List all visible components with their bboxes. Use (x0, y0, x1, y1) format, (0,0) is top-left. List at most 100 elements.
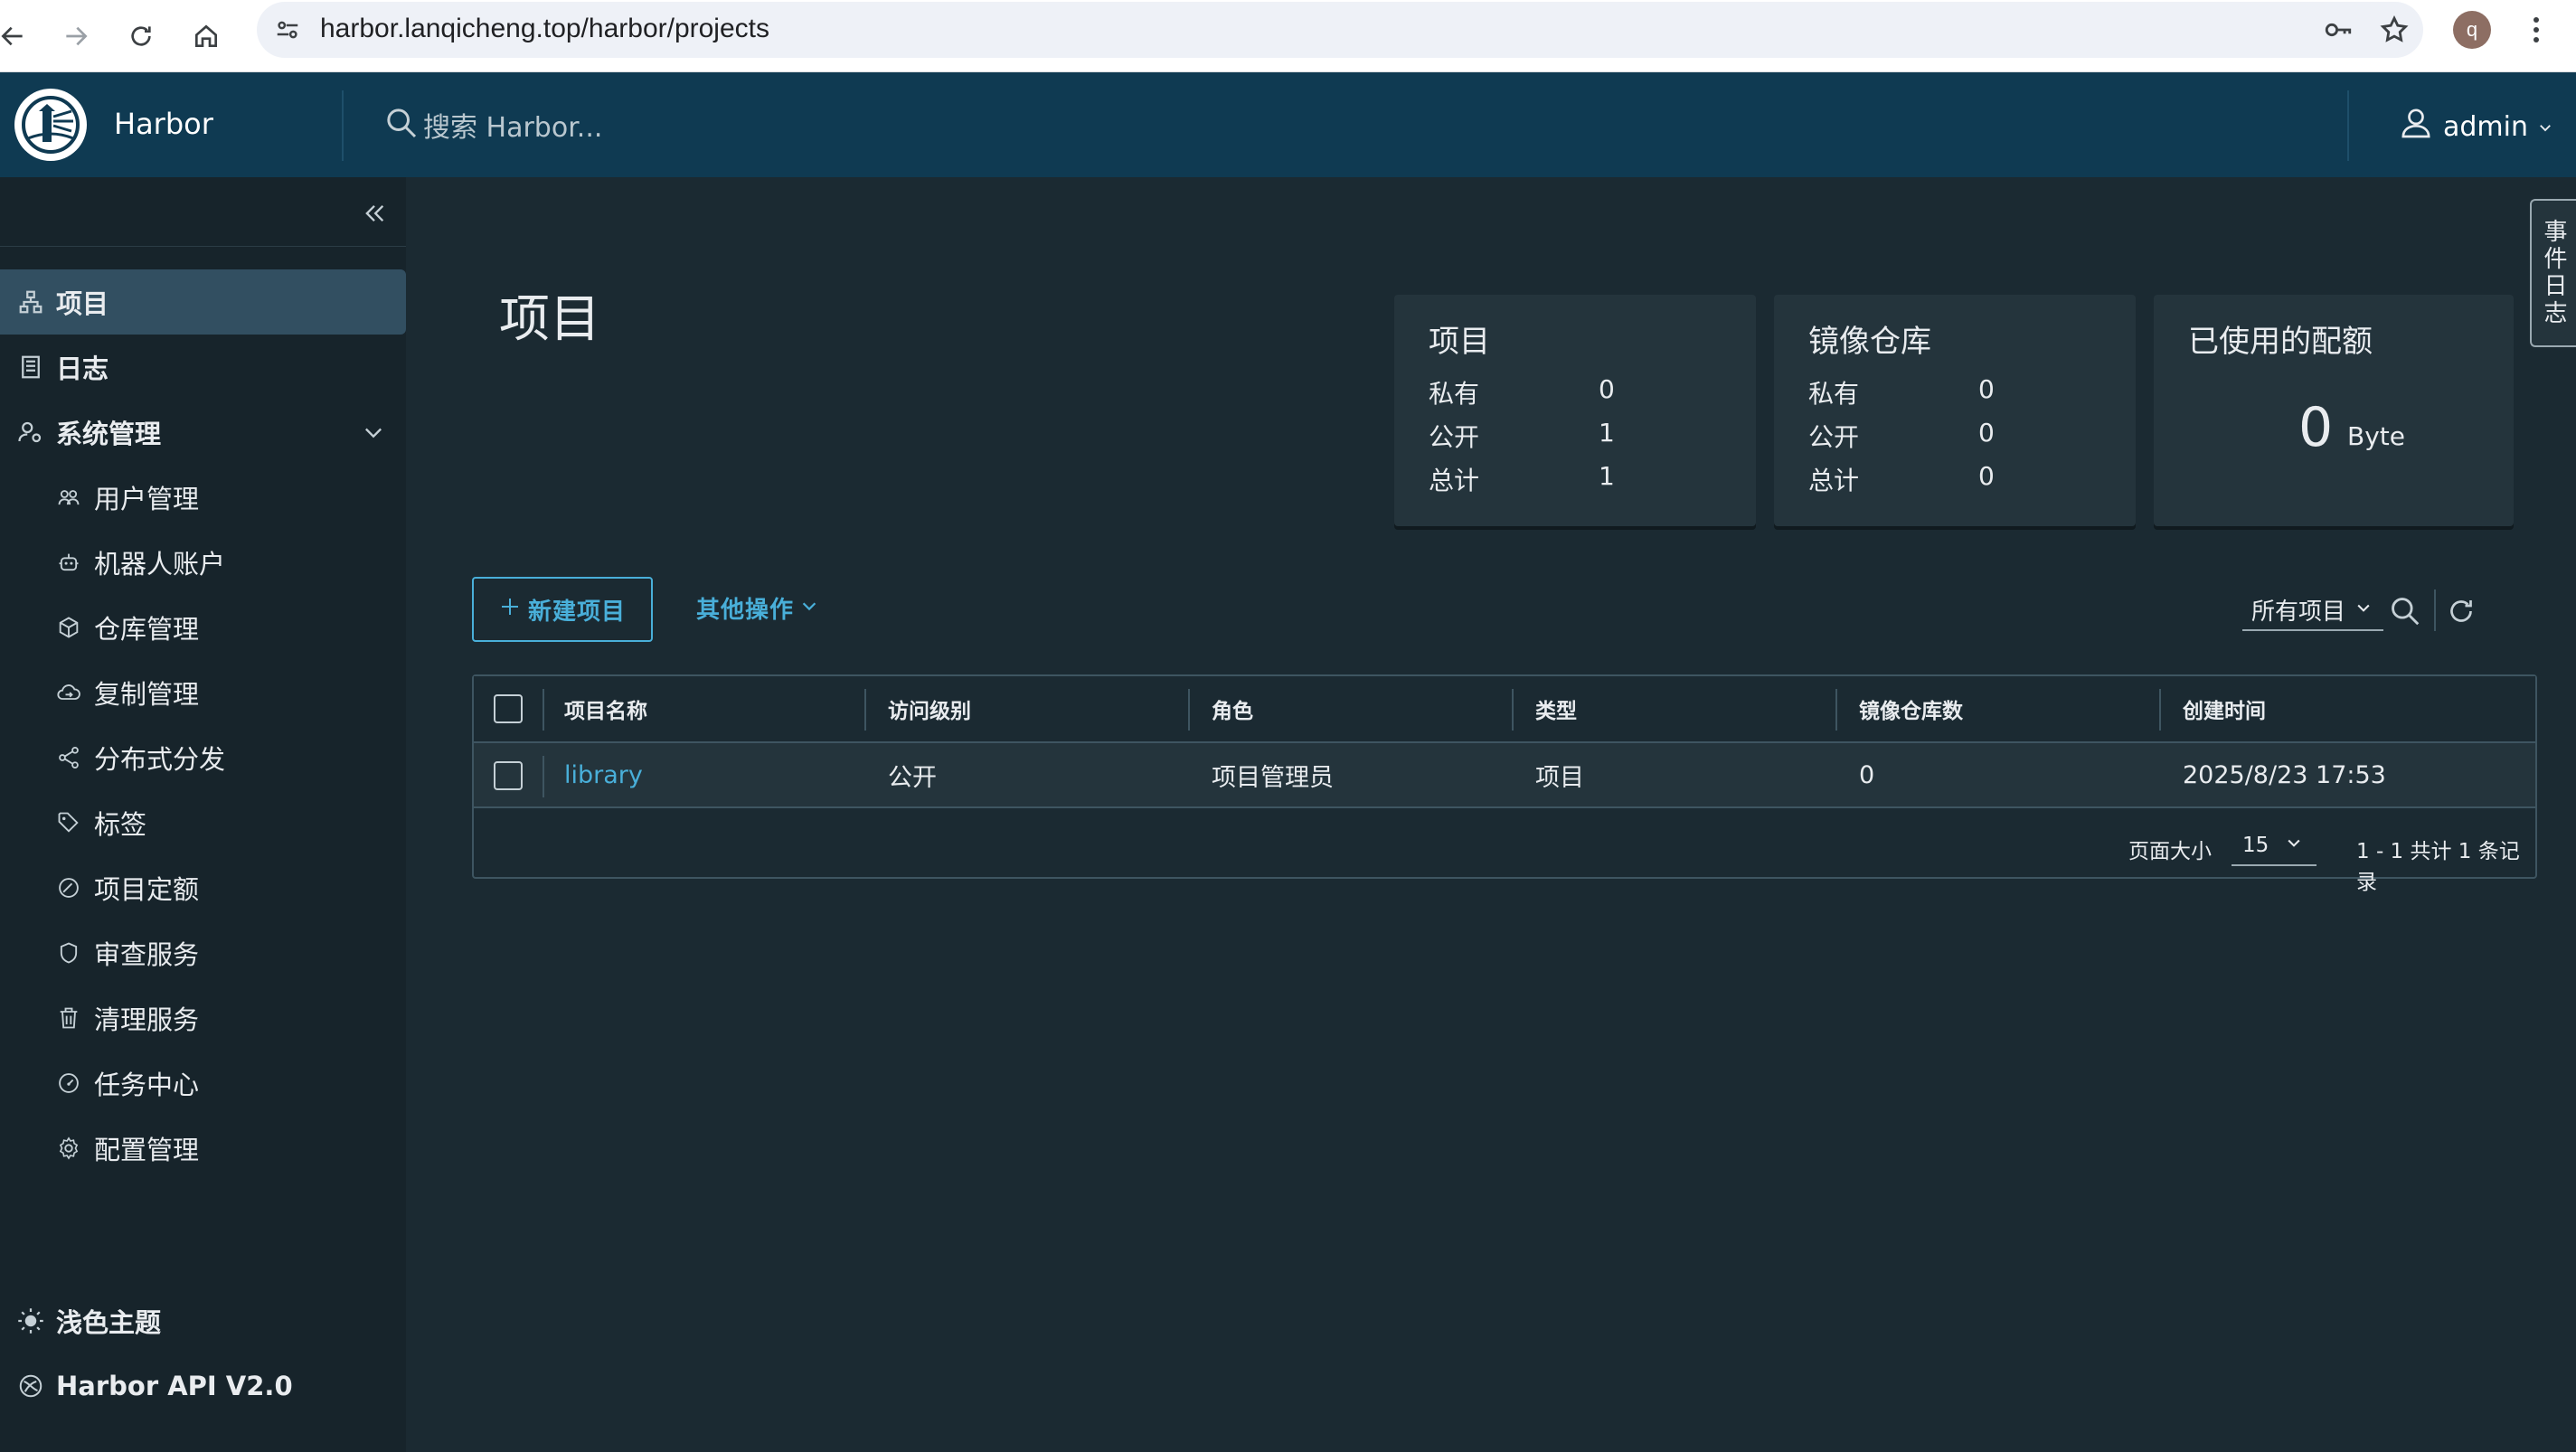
back-icon[interactable] (0, 13, 36, 60)
quota-summary-card: 已使用的配额 0 Byte (2154, 295, 2514, 526)
card-row-label: 总计 (1808, 466, 1860, 495)
username[interactable]: admin (2443, 111, 2528, 143)
table-footer: 页面大小 15 1 - 1 共计 1 条记录 (474, 810, 2535, 894)
sidebar-item-projects[interactable]: 项目 (0, 269, 406, 335)
event-log-label: 事件日志 (2540, 219, 2567, 327)
sidebar-item-distribution[interactable]: 分布式分发 (0, 725, 406, 790)
sidebar-item-interrogation[interactable]: 审查服务 (0, 920, 406, 985)
sidebar-item-label: 项目定额 (94, 874, 200, 905)
sidebar-item-robots[interactable]: 机器人账户 (0, 530, 406, 595)
global-search[interactable]: 搜索 Harbor... (383, 105, 602, 145)
type-cell: 项目 (1535, 763, 1584, 792)
card-row-label: 私有 (1429, 379, 1480, 409)
card-title: 镜像仓库 (1808, 324, 1931, 360)
site-info-icon[interactable] (269, 12, 306, 48)
page-size-select[interactable]: 15 (2232, 826, 2317, 866)
api-explorer-link[interactable]: Harbor API V2.0 (0, 1356, 406, 1416)
search-icon[interactable] (2387, 593, 2423, 629)
dashboard-icon (54, 1069, 83, 1098)
table-row[interactable]: library 公开 项目管理员 项目 0 2025/8/23 17:53 (474, 743, 2535, 808)
chevron-down-icon (2285, 834, 2303, 857)
card-row-value: 0 (1978, 461, 1995, 491)
sidebar-item-admin[interactable]: 系统管理 (0, 400, 406, 465)
card-row-label: 公开 (1429, 422, 1480, 452)
projects-summary-card: 项目 私有 0 公开 1 总计 1 (1394, 295, 1756, 526)
profile-avatar[interactable]: q (2453, 11, 2491, 49)
address-bar[interactable]: harbor.lanqicheng.top/harbor/projects (257, 2, 2423, 58)
chevron-down-icon (799, 595, 819, 622)
card-title: 项目 (1429, 324, 1490, 360)
forward-icon[interactable] (52, 13, 99, 60)
browser-menu-icon[interactable] (2523, 11, 2550, 49)
sidebar-item-jobs[interactable]: 任务中心 (0, 1051, 406, 1116)
sun-icon (16, 1306, 45, 1335)
project-filter-select[interactable]: 所有项目 (2242, 589, 2383, 631)
column-separator[interactable] (1835, 689, 1837, 731)
sidebar-item-label: 清理服务 (94, 1004, 200, 1035)
sidebar-item-label: 用户管理 (94, 484, 200, 514)
plus-icon (499, 596, 521, 624)
sidebar-item-cleanup[interactable]: 清理服务 (0, 985, 406, 1051)
sidebar-item-users[interactable]: 用户管理 (0, 465, 406, 530)
chevron-down-icon[interactable] (361, 420, 386, 451)
password-key-icon[interactable] (2322, 14, 2354, 46)
card-row-value: 0 (1978, 418, 1995, 448)
project-name-link[interactable]: library (564, 743, 643, 806)
page-size-label: 页面大小 (2128, 840, 2212, 863)
shield-icon (54, 938, 83, 967)
row-checkbox[interactable] (494, 761, 523, 790)
column-separator[interactable] (864, 689, 866, 731)
quota-value: 0 (2298, 396, 2334, 459)
sidebar-item-label: 复制管理 (94, 679, 200, 710)
bookmark-star-icon[interactable] (2378, 14, 2411, 46)
repositories-summary-card: 镜像仓库 私有 0 公开 0 总计 0 (1774, 295, 2136, 526)
column-header-type[interactable]: 类型 (1535, 676, 1577, 741)
reload-icon[interactable] (118, 13, 165, 60)
column-header-created[interactable]: 创建时间 (2183, 676, 2266, 741)
card-row-value: 0 (1978, 374, 1995, 404)
new-project-button[interactable]: 新建项目 (472, 577, 653, 642)
column-header-name[interactable]: 项目名称 (564, 676, 647, 741)
harbor-logo-icon[interactable] (14, 89, 87, 161)
projects-icon (16, 288, 45, 316)
brand-name[interactable]: Harbor (114, 107, 213, 141)
new-project-label: 新建项目 (527, 598, 626, 626)
column-header-repo-count[interactable]: 镜像仓库数 (1859, 676, 1963, 741)
sidebar-item-label: 日志 (56, 354, 109, 384)
sidebar-item-logs[interactable]: 日志 (0, 335, 406, 400)
more-actions-dropdown[interactable]: 其他操作 (696, 591, 819, 625)
refresh-icon[interactable] (2443, 593, 2479, 629)
column-separator[interactable] (1188, 689, 1190, 731)
projects-table: 项目名称 访问级别 角色 类型 镜像仓库数 创建时间 library 公开 项目… (472, 674, 2537, 894)
browser-toolbar: harbor.lanqicheng.top/harbor/projects q (0, 0, 2576, 72)
header-divider (342, 90, 344, 161)
sidebar-item-replication[interactable]: 复制管理 (0, 660, 406, 725)
sidebar-item-quotas[interactable]: 项目定额 (0, 855, 406, 920)
column-separator[interactable] (2159, 689, 2161, 731)
home-icon[interactable] (183, 13, 230, 60)
event-log-tab[interactable]: 事件日志 (2530, 199, 2576, 347)
more-actions-label: 其他操作 (696, 597, 795, 624)
search-input[interactable]: 搜索 Harbor... (423, 105, 602, 145)
select-all-checkbox[interactable] (494, 694, 523, 723)
card-row-value: 1 (1599, 461, 1615, 491)
api-explorer-label: Harbor API V2.0 (56, 1371, 293, 1401)
pagination-info: 1 - 1 共计 1 条记录 (2356, 840, 2520, 894)
column-separator[interactable] (1512, 689, 1514, 731)
api-icon (16, 1372, 45, 1400)
url-text[interactable]: harbor.lanqicheng.top/harbor/projects (320, 14, 769, 44)
gear-icon (54, 1134, 83, 1163)
column-header-access[interactable]: 访问级别 (888, 676, 971, 741)
page-title: 项目 (499, 290, 600, 349)
sidebar-item-label: 任务中心 (94, 1070, 200, 1100)
sidebar-item-registries[interactable]: 仓库管理 (0, 595, 406, 660)
sidebar-item-config[interactable]: 配置管理 (0, 1116, 406, 1181)
robot-icon (54, 548, 83, 577)
header-divider (2347, 90, 2349, 161)
theme-toggle[interactable]: 浅色主题 (0, 1291, 406, 1351)
column-header-role[interactable]: 角色 (1212, 676, 1253, 741)
collapse-sidebar-icon[interactable] (360, 199, 389, 228)
users-icon (54, 483, 83, 512)
user-menu[interactable]: admin (2398, 105, 2553, 148)
sidebar-item-labels[interactable]: 标签 (0, 790, 406, 855)
